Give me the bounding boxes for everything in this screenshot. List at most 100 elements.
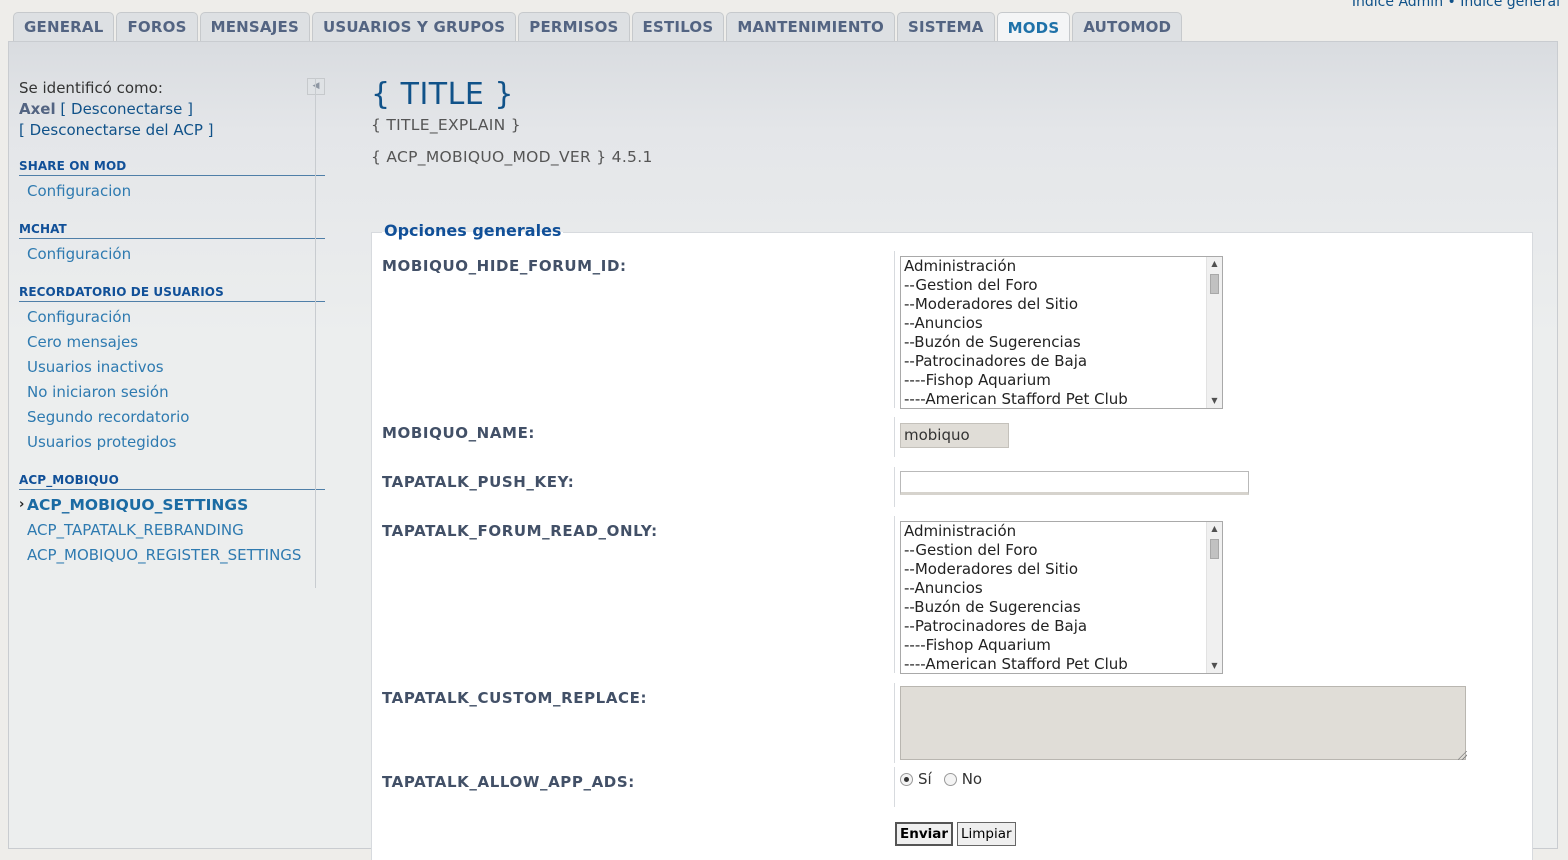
version-label: { ACP_MOBIQUO_MOD_VER } [371, 148, 607, 166]
custom-replace-textarea[interactable] [900, 686, 1466, 760]
forum-option[interactable]: Administración [901, 522, 1222, 541]
forum-option[interactable]: --Buzón de Sugerencias [901, 333, 1222, 352]
forum-option[interactable]: --Patrocinadores de Baja [901, 617, 1222, 636]
fieldset-legend: Opciones generales [382, 221, 564, 240]
tab-mantenimiento[interactable]: MANTENIMIENTO [726, 12, 895, 41]
sidebar-item[interactable]: Usuarios protegidos [19, 430, 325, 455]
sidebar-item[interactable]: Configuracion [19, 179, 325, 204]
tab-automod[interactable]: AUTOMOD [1072, 12, 1183, 41]
sidebar-item[interactable]: Segundo recordatorio [19, 405, 325, 430]
forum-option[interactable]: --Gestion del Foro [901, 276, 1222, 295]
forum-option[interactable]: --Patrocinadores de Baja [901, 352, 1222, 371]
sidebar-item[interactable]: ACP_MOBIQUO_SETTINGS [19, 492, 325, 518]
tab-mensajes[interactable]: MENSAJES [199, 12, 310, 41]
sidebar-menu: SHARE ON MOD Configuracion MCHAT Configurac… [19, 159, 325, 568]
scroll-down-icon[interactable]: ▼ [1207, 394, 1222, 408]
tab-mods[interactable]: MODS [996, 12, 1071, 42]
forum-option[interactable]: --Moderadores del Sitio [901, 560, 1222, 579]
forum-option[interactable]: --Moderadores del Sitio [901, 295, 1222, 314]
submit-button[interactable]: Enviar [895, 822, 954, 846]
row-divider [894, 417, 895, 457]
forum-option[interactable]: --Buzón de Sugerencias [901, 598, 1222, 617]
sidebar-item[interactable]: ACP_TAPATALK_REBRANDING [19, 518, 325, 543]
sidebar-item[interactable]: Configuración [19, 305, 325, 330]
page-title: { TITLE } [371, 77, 514, 112]
menu-section-list: Configuración Cero mensajes Usuarios inact… [19, 305, 325, 455]
hide-forum-id-label: MOBIQUO_HIDE_FORUM_ID: [382, 257, 627, 275]
sidebar: Se identificó como: Axel [ Desconectarse… [19, 78, 325, 568]
menu-section-list: ACP_MOBIQUO_SETTINGSACP_TAPATALK_REBRAND… [19, 492, 325, 568]
allow-ads-radios: Sí No [900, 770, 994, 788]
main-content: { TITLE } { TITLE_EXPLAIN } { ACP_MOBIQU… [371, 76, 1533, 860]
menu-section-title: SHARE ON MOD [19, 159, 325, 176]
tab-foros[interactable]: FOROS [116, 12, 198, 41]
admin-index-link[interactable]: Índice Admin [1352, 0, 1443, 10]
reset-button[interactable]: Limpiar [957, 822, 1016, 846]
mobiquo-name-input[interactable]: mobiquo [900, 423, 1009, 448]
top-links: Índice Admin • Índice general [1352, 0, 1560, 10]
custom-replace-label: TAPATALK_CUSTOM_REPLACE: [382, 689, 648, 707]
listbox-scrollbar[interactable]: ▲ ▼ [1206, 257, 1222, 408]
top-links-separator: • [1447, 0, 1456, 10]
main-tabs: GENERAL FOROS MENSAJES USUARIOS Y GRUPOS PER… [13, 12, 1184, 42]
forum-option[interactable]: ----Fishop Aquarium [901, 636, 1222, 655]
scroll-thumb[interactable] [1210, 539, 1219, 559]
read-only-label: TAPATALK_FORUM_READ_ONLY: [382, 522, 658, 540]
allow-ads-no-label: No [961, 770, 983, 788]
sidebar-item[interactable]: Cero mensajes [19, 330, 325, 355]
allow-ads-yes-label: Sí [918, 770, 932, 788]
tab-sistema[interactable]: SISTEMA [896, 12, 995, 41]
scroll-up-icon[interactable]: ▲ [1207, 522, 1222, 536]
scroll-thumb[interactable] [1210, 274, 1219, 294]
forum-option[interactable]: ----American Stafford Pet Club [901, 390, 1222, 408]
read-only-listbox[interactable]: Administración --Gestion del Foro --Modera… [900, 521, 1223, 674]
mobiquo-name-label: MOBIQUO_NAME: [382, 424, 536, 442]
menu-section-title: ACP_MOBIQUO [19, 473, 325, 490]
menu-section-title: MCHAT [19, 222, 325, 239]
hide-forum-id-listbox[interactable]: Administración --Gestion del Foro --Modera… [900, 256, 1223, 409]
forum-option[interactable]: --Anuncios [901, 579, 1222, 598]
row-divider [894, 767, 895, 807]
forum-option[interactable]: --Gestion del Foro [901, 541, 1222, 560]
allow-ads-label: TAPATALK_ALLOW_APP_ADS: [382, 773, 635, 791]
mod-version: { ACP_MOBIQUO_MOD_VER } 4.5.1 [371, 148, 1533, 166]
sidebar-divider [315, 78, 316, 588]
resize-handle-icon[interactable] [1458, 751, 1467, 760]
push-key-input[interactable] [900, 471, 1249, 495]
forum-option[interactable]: Administración [901, 257, 1222, 276]
tab-estilos[interactable]: ESTILOS [631, 12, 725, 41]
menu-section-list: Configuración [19, 242, 325, 267]
acp-panel: Se identificó como: Axel [ Desconectarse… [8, 41, 1558, 860]
scroll-down-icon[interactable]: ▼ [1207, 659, 1222, 673]
sidebar-item[interactable]: ACP_MOBIQUO_REGISTER_SETTINGS [19, 543, 325, 568]
row-divider [894, 251, 895, 408]
sidebar-item[interactable]: Configuración [19, 242, 325, 267]
general-options-fieldset: Opciones generales MOBIQUO_HIDE_FORUM_ID… [371, 221, 1533, 860]
version-value: 4.5.1 [611, 148, 653, 166]
forum-option[interactable]: ----American Stafford Pet Club [901, 655, 1222, 673]
tab-permisos[interactable]: PERMISOS [518, 12, 630, 41]
menu-section-list: Configuracion [19, 179, 325, 204]
forum-option[interactable]: ----Fishop Aquarium [901, 371, 1222, 390]
menu-section-title: RECORDATORIO DE USUARIOS [19, 285, 325, 302]
row-divider [894, 467, 895, 507]
page-explain: { TITLE_EXPLAIN } [371, 116, 521, 134]
logout-link[interactable]: Desconectarse [71, 100, 182, 118]
sidebar-item[interactable]: Usuarios inactivos [19, 355, 325, 380]
forum-option[interactable]: --Anuncios [901, 314, 1222, 333]
sidebar-item[interactable]: No iniciaron sesión [19, 380, 325, 405]
logout-acp-link[interactable]: Desconectarse del ACP [30, 121, 203, 139]
scroll-up-icon[interactable]: ▲ [1207, 257, 1222, 271]
row-divider [894, 516, 895, 673]
push-key-label: TAPATALK_PUSH_KEY: [382, 473, 575, 491]
username: Axel [19, 100, 56, 118]
row-divider [894, 683, 895, 763]
login-info: Se identificó como: Axel [ Desconectarse… [19, 78, 325, 141]
allow-ads-yes-radio[interactable] [900, 772, 913, 786]
listbox-scrollbar[interactable]: ▲ ▼ [1206, 522, 1222, 673]
allow-ads-no-radio[interactable] [943, 772, 957, 786]
board-index-link[interactable]: Índice general [1460, 0, 1560, 10]
tab-general[interactable]: GENERAL [13, 12, 115, 41]
tab-usuarios-y-grupos[interactable]: USUARIOS Y GRUPOS [311, 12, 517, 41]
collapse-arrow-icon[interactable]: ◀ [307, 78, 325, 95]
